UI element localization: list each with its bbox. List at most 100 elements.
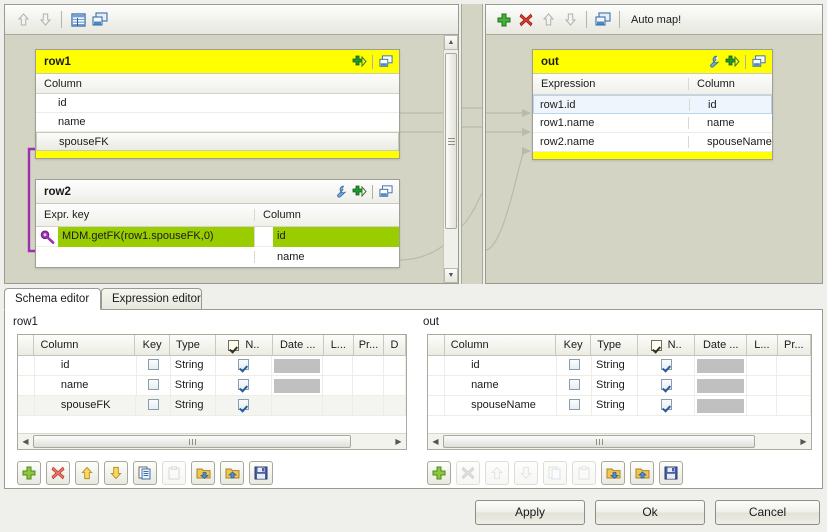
nullable-checkbox[interactable]: [238, 359, 249, 370]
delete-icon[interactable]: [515, 9, 537, 31]
grid-hscrollbar-row1[interactable]: ◀ ▶: [18, 433, 406, 449]
key-checkbox[interactable]: [569, 399, 580, 410]
cell-precision[interactable]: [777, 396, 811, 416]
cell-key[interactable]: [136, 396, 170, 416]
cell-length[interactable]: [747, 396, 778, 416]
select-all-checkbox[interactable]: [651, 340, 662, 351]
cell-default[interactable]: [384, 396, 406, 416]
cell-length[interactable]: [323, 396, 353, 416]
table-row[interactable]: MDM.getFK(row1.spouseFK,0) id: [36, 227, 399, 247]
hscroll-track[interactable]: [33, 435, 391, 448]
scroll-left-arrow[interactable]: ◀: [18, 437, 33, 446]
cell-precision[interactable]: [777, 356, 811, 376]
table-row[interactable]: row1.id id: [533, 95, 772, 114]
minimize-tables-icon[interactable]: [592, 9, 614, 31]
cell-date-pattern[interactable]: [695, 396, 747, 416]
key-checkbox[interactable]: [569, 359, 580, 370]
delete-row-icon[interactable]: [46, 461, 70, 485]
cell-nullable[interactable]: [216, 356, 272, 376]
output-table-out[interactable]: out: [532, 49, 773, 160]
col-header-column[interactable]: Column: [445, 335, 556, 356]
copy-icon[interactable]: [133, 461, 157, 485]
cell-date-pattern[interactable]: [272, 396, 323, 416]
cell-precision[interactable]: [777, 376, 811, 396]
cell-column[interactable]: id: [445, 356, 557, 376]
minimize-tables-icon[interactable]: [377, 53, 395, 71]
cell-length[interactable]: [323, 376, 353, 396]
table-row[interactable]: name: [36, 247, 399, 267]
cell-type[interactable]: String: [171, 356, 216, 376]
col-header-date[interactable]: Date ...: [273, 335, 324, 356]
nullable-checkbox[interactable]: [661, 379, 672, 390]
cell-default[interactable]: [384, 376, 406, 396]
cell-precision[interactable]: [353, 396, 383, 416]
cell-column[interactable]: spouseName: [445, 396, 557, 416]
move-down-icon[interactable]: [34, 9, 56, 31]
col-header-length[interactable]: L...: [324, 335, 354, 356]
table-row[interactable]: row1.name name: [533, 114, 772, 133]
cell-precision[interactable]: [353, 376, 383, 396]
table-row[interactable]: spouseFK: [36, 132, 399, 151]
cell-expression[interactable]: row1.name: [533, 117, 688, 129]
cell-date-pattern[interactable]: [695, 376, 747, 396]
schema-grid-row1[interactable]: Column Key Type N.. Date ... L... Pr... …: [17, 334, 407, 450]
cell-date-pattern[interactable]: [695, 356, 747, 376]
hscroll-track[interactable]: [443, 435, 796, 448]
table-row[interactable]: name: [36, 113, 399, 132]
pane-splitter[interactable]: [461, 4, 483, 284]
add-icon[interactable]: [723, 53, 741, 71]
col-header-column[interactable]: Column: [34, 335, 135, 356]
cell-length[interactable]: [747, 376, 778, 396]
cell-column[interactable]: spouseFK: [35, 396, 137, 416]
export-schema-icon[interactable]: [630, 461, 654, 485]
grid-view-icon[interactable]: [67, 9, 89, 31]
move-down-icon[interactable]: [104, 461, 128, 485]
import-schema-icon[interactable]: [601, 461, 625, 485]
table-header-row1[interactable]: row1: [36, 50, 399, 74]
input-table-row2[interactable]: row2: [35, 179, 400, 268]
add-icon[interactable]: [350, 53, 368, 71]
table-header-out[interactable]: out: [533, 50, 772, 74]
input-canvas-scrollbar[interactable]: ▲ ▼: [443, 35, 458, 283]
scroll-down-arrow[interactable]: ▼: [444, 268, 458, 283]
scroll-right-arrow[interactable]: ▶: [796, 437, 811, 446]
cell-column[interactable]: name: [445, 376, 557, 396]
cell-key[interactable]: [557, 376, 592, 396]
col-header-type[interactable]: Type: [170, 335, 216, 356]
cell-column[interactable]: id: [35, 356, 137, 376]
table-row[interactable]: id String: [18, 356, 406, 376]
key-checkbox[interactable]: [148, 399, 159, 410]
move-up-icon[interactable]: [537, 9, 559, 31]
col-header-length[interactable]: L...: [747, 335, 778, 356]
table-row[interactable]: id: [36, 94, 399, 113]
hscroll-thumb[interactable]: [443, 435, 755, 448]
table-row[interactable]: spouseFK String: [18, 396, 406, 416]
table-row[interactable]: spouseName String: [428, 396, 811, 416]
col-header-date[interactable]: Date ...: [695, 335, 747, 356]
minimize-tables-icon[interactable]: [89, 9, 111, 31]
expr-key-value[interactable]: MDM.getFK(row1.spouseFK,0): [58, 227, 254, 247]
cancel-button[interactable]: Cancel: [715, 500, 820, 525]
apply-button[interactable]: Apply: [475, 500, 585, 525]
move-up-icon[interactable]: [75, 461, 99, 485]
table-row[interactable]: name String: [18, 376, 406, 396]
schema-grid-out[interactable]: Column Key Type N.. Date ... L... Pr... …: [427, 334, 812, 450]
table-row[interactable]: row2.name spouseName: [533, 133, 772, 152]
key-checkbox[interactable]: [148, 359, 159, 370]
col-header-precision[interactable]: Pr...: [354, 335, 384, 356]
cell-nullable[interactable]: [638, 356, 695, 376]
filter-wrench-icon[interactable]: [705, 53, 723, 71]
col-header-key[interactable]: Key: [135, 335, 170, 356]
key-checkbox[interactable]: [569, 379, 580, 390]
import-schema-icon[interactable]: [191, 461, 215, 485]
add-icon[interactable]: [350, 183, 368, 201]
cell-key[interactable]: [557, 356, 592, 376]
auto-map-button[interactable]: Auto map!: [631, 14, 681, 26]
cell-length[interactable]: [747, 356, 778, 376]
cell-key[interactable]: [557, 396, 592, 416]
scroll-up-arrow[interactable]: ▲: [444, 35, 458, 50]
col-header-nullable[interactable]: N..: [216, 335, 273, 356]
col-header-precision[interactable]: Pr...: [778, 335, 811, 356]
col-header-key[interactable]: Key: [556, 335, 591, 356]
ok-button[interactable]: Ok: [595, 500, 705, 525]
